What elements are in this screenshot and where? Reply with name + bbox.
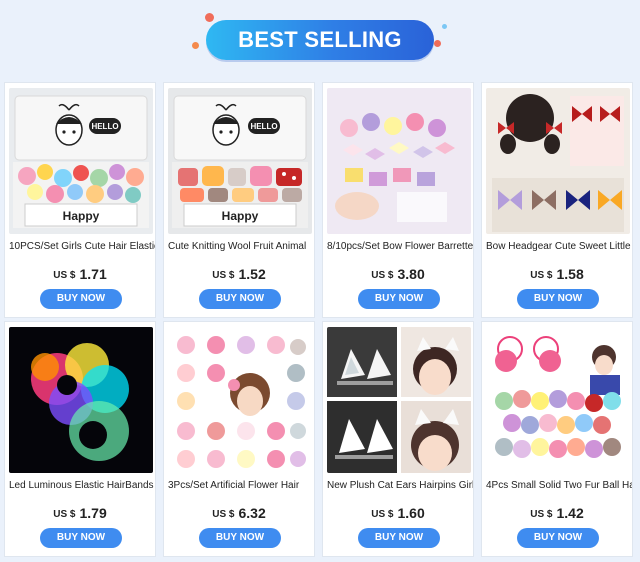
price-amount: 1.60 (397, 505, 425, 521)
product-image[interactable] (327, 88, 471, 234)
product-price: US $1.71 (5, 266, 155, 284)
hello-sticker-text: HELLO (91, 122, 118, 131)
price-currency: US $ (212, 509, 235, 520)
price-currency: US $ (530, 509, 553, 520)
product-card[interactable]: 3Pcs/Set Artificial Flower Hair US $6.32… (163, 321, 315, 557)
decor-dot (434, 40, 441, 47)
product-title[interactable]: New Plush Cat Ears Hairpins Girls (327, 480, 473, 491)
product-card[interactable]: Bow Headgear Cute Sweet Little US $1.58 … (481, 82, 633, 318)
product-image[interactable] (327, 327, 471, 473)
product-title[interactable]: 3Pcs/Set Artificial Flower Hair (168, 480, 314, 491)
buy-now-button[interactable]: BUY NOW (199, 289, 281, 309)
price-currency: US $ (53, 509, 76, 520)
price-amount: 3.80 (397, 266, 425, 282)
buy-now-button[interactable]: BUY NOW (40, 289, 122, 309)
product-title[interactable]: Led Luminous Elastic HairBands (9, 480, 155, 491)
product-image[interactable] (486, 88, 630, 234)
product-image[interactable]: HELLO Happy (168, 88, 312, 234)
product-card[interactable]: New Plush Cat Ears Hairpins Girls US $1.… (322, 321, 474, 557)
decor-dot (205, 13, 214, 22)
hello-sticker-text: HELLO (250, 122, 277, 131)
product-price: US $1.52 (164, 266, 314, 284)
happy-box-text: Happy (222, 209, 259, 223)
product-card[interactable]: 4Pcs Small Solid Two Fur Ball Hair US $1… (481, 321, 633, 557)
product-card[interactable]: HELLO Happy 10PCS/Set Girls Cute Hair El… (4, 82, 156, 318)
buy-now-button[interactable]: BUY NOW (517, 289, 599, 309)
price-amount: 1.58 (556, 266, 584, 282)
product-price: US $3.80 (323, 266, 473, 284)
product-title[interactable]: 4Pcs Small Solid Two Fur Ball Hair (486, 480, 632, 491)
price-amount: 1.42 (556, 505, 584, 521)
price-currency: US $ (371, 509, 394, 520)
product-title[interactable]: 10PCS/Set Girls Cute Hair Elastic (9, 241, 155, 252)
product-image[interactable] (486, 327, 630, 473)
price-amount: 1.52 (238, 266, 266, 282)
section-title: BEST SELLING (206, 20, 434, 60)
product-image[interactable]: HELLO Happy (9, 88, 153, 234)
price-amount: 1.79 (79, 505, 107, 521)
price-currency: US $ (53, 270, 76, 281)
header-banner: BEST SELLING (0, 0, 640, 78)
buy-now-button[interactable]: BUY NOW (358, 289, 440, 309)
product-title[interactable]: Cute Knitting Wool Fruit Animal (168, 241, 314, 252)
product-card[interactable]: HELLO Happy Cute Knitting Wool Fruit Ani… (163, 82, 315, 318)
decor-dot (192, 42, 199, 49)
decor-dot (442, 24, 447, 29)
product-title[interactable]: Bow Headgear Cute Sweet Little (486, 241, 632, 252)
product-price: US $1.79 (5, 505, 155, 523)
buy-now-button[interactable]: BUY NOW (40, 528, 122, 548)
product-card[interactable]: Led Luminous Elastic HairBands US $1.79 … (4, 321, 156, 557)
price-amount: 6.32 (238, 505, 266, 521)
product-title[interactable]: 8/10pcs/Set Bow Flower Barrettes (327, 241, 473, 252)
price-currency: US $ (212, 270, 235, 281)
buy-now-button[interactable]: BUY NOW (358, 528, 440, 548)
product-price: US $1.42 (482, 505, 632, 523)
buy-now-button[interactable]: BUY NOW (199, 528, 281, 548)
buy-now-button[interactable]: BUY NOW (517, 528, 599, 548)
product-price: US $6.32 (164, 505, 314, 523)
product-price: US $1.58 (482, 266, 632, 284)
price-currency: US $ (530, 270, 553, 281)
product-image[interactable] (168, 327, 312, 473)
product-price: US $1.60 (323, 505, 473, 523)
product-card[interactable]: 8/10pcs/Set Bow Flower Barrettes US $3.8… (322, 82, 474, 318)
product-image[interactable] (9, 327, 153, 473)
price-amount: 1.71 (79, 266, 107, 282)
price-currency: US $ (371, 270, 394, 281)
happy-box-text: Happy (63, 209, 100, 223)
